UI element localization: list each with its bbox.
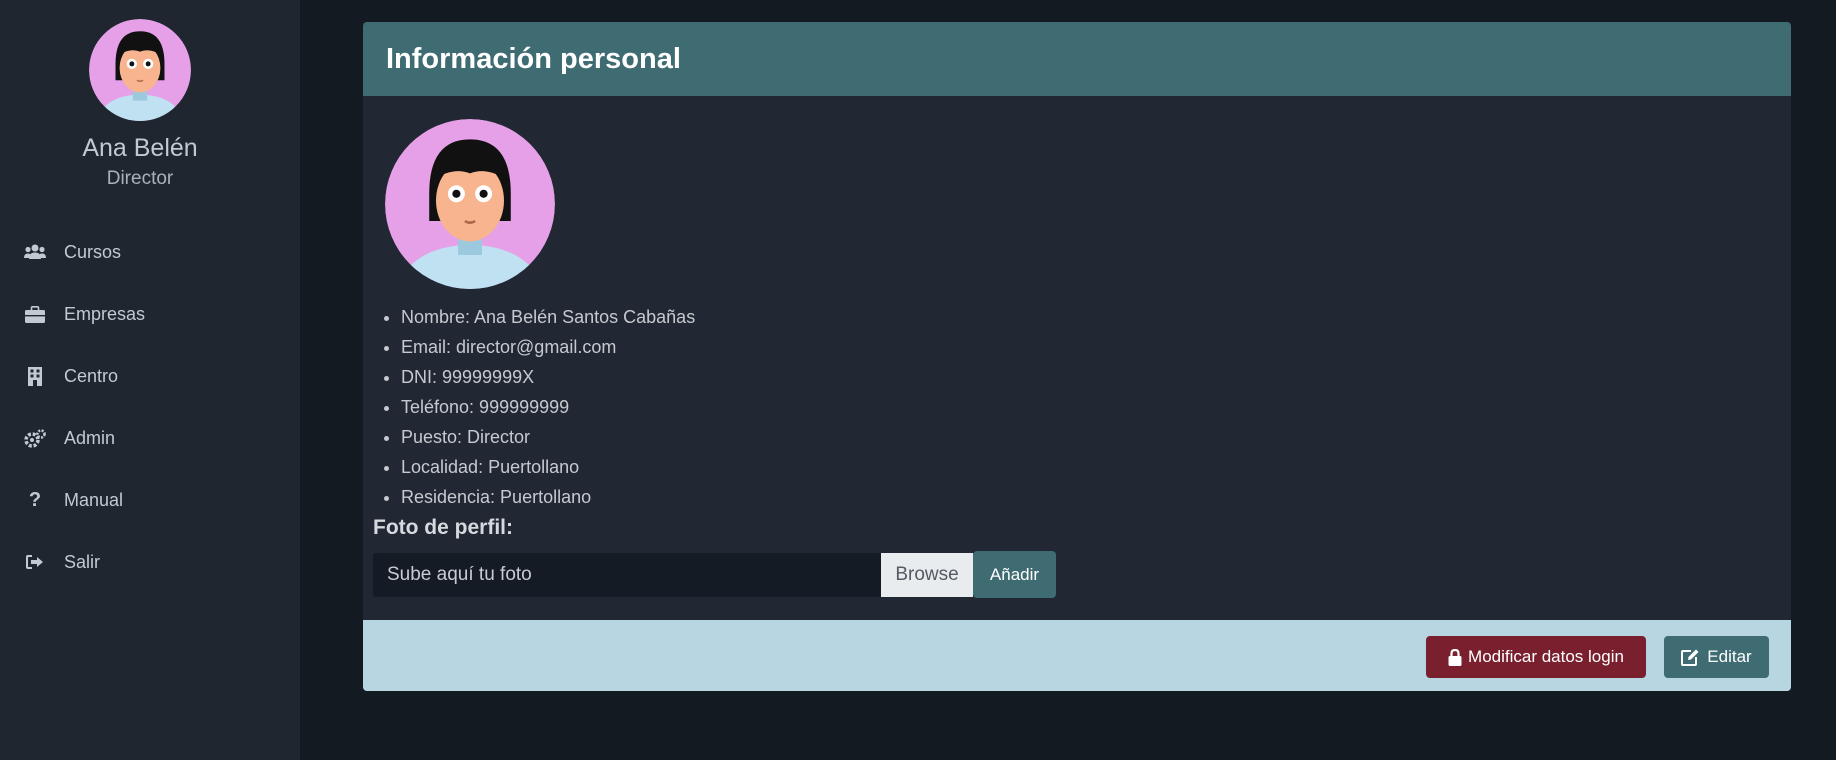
sidebar: Ana Belén Director Cursos Empresas Centr…: [0, 0, 300, 760]
sidebar-item-label: Empresas: [64, 303, 146, 324]
modify-login-button[interactable]: Modificar datos login: [1426, 636, 1646, 678]
sidebar-item-admin[interactable]: Admin: [0, 407, 300, 469]
sidebar-item-label: Centro: [64, 365, 119, 386]
cogs-icon: [23, 428, 47, 448]
question-icon: ?: [28, 488, 42, 511]
info-position: Puesto: Director: [401, 422, 695, 452]
user-name: Ana Belén: [82, 134, 198, 162]
sidebar-item-label: Salir: [64, 551, 101, 572]
user-avatar[interactable]: [89, 19, 191, 121]
file-input-placeholder[interactable]: Sube aquí tu foto: [373, 553, 881, 597]
edit-button[interactable]: Editar: [1664, 636, 1769, 678]
card-header: Información personal: [363, 22, 1791, 96]
lock-icon: [1448, 648, 1462, 666]
edit-icon: [1681, 649, 1699, 666]
sidebar-item-label: Admin: [64, 427, 116, 448]
page-title: Información personal: [386, 42, 681, 75]
building-icon: [23, 366, 47, 386]
personal-info-card: Información personal Nombre: Ana Belén S…: [363, 22, 1791, 691]
info-locality: Localidad: Puertollano: [401, 452, 695, 482]
briefcase-icon: [23, 304, 47, 324]
photo-label: Foto de perfil:: [373, 516, 513, 539]
sidebar-item-cursos[interactable]: Cursos: [0, 221, 300, 283]
browse-button[interactable]: Browse: [881, 553, 973, 597]
sidebar-item-label: Cursos: [64, 241, 122, 262]
sidebar-item-salir[interactable]: Salir: [0, 531, 300, 593]
sidebar-item-empresas[interactable]: Empresas: [0, 283, 300, 345]
sidebar-nav: Cursos Empresas Centro Admin ? Manual Sa…: [0, 221, 300, 593]
profile-picture: [385, 119, 555, 289]
user-role: Director: [106, 168, 174, 189]
info-name: Nombre: Ana Belén Santos Cabañas: [401, 302, 695, 332]
info-email: Email: director@gmail.com: [401, 332, 695, 362]
users-icon: [23, 242, 47, 262]
sign-out-icon: [23, 552, 47, 572]
sidebar-item-centro[interactable]: Centro: [0, 345, 300, 407]
modify-login-label: Modificar datos login: [1468, 647, 1624, 666]
personal-info-list: Nombre: Ana Belén Santos Cabañas Email: …: [401, 302, 695, 512]
info-dni: DNI: 99999999X: [401, 362, 695, 392]
info-residence: Residencia: Puertollano: [401, 482, 695, 512]
add-photo-button[interactable]: Añadir: [973, 551, 1056, 598]
sidebar-item-manual[interactable]: ? Manual: [0, 469, 300, 531]
edit-label: Editar: [1707, 647, 1752, 666]
card-footer: Modificar datos login Editar: [363, 620, 1791, 691]
photo-file-input[interactable]: Sube aquí tu foto Browse: [373, 553, 973, 597]
info-phone: Teléfono: 999999999: [401, 392, 695, 422]
sidebar-item-label: Manual: [64, 489, 124, 510]
